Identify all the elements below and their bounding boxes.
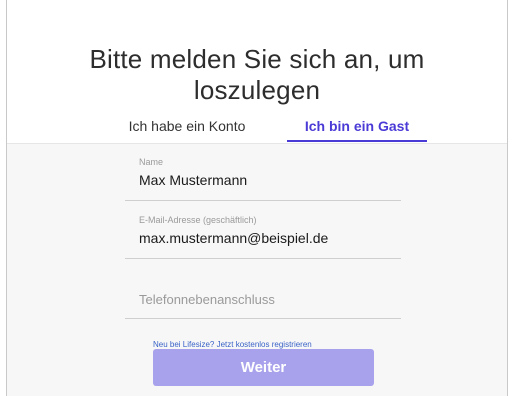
login-dialog: Bitte melden Sie sich an, um loszulegen …	[6, 0, 508, 396]
page-title: Bitte melden Sie sich an, um loszulegen	[89, 44, 425, 105]
dialog-header: Bitte melden Sie sich an, um loszulegen …	[7, 0, 507, 143]
register-link[interactable]: Neu bei Lifesize? Jetzt kostenlos regist…	[153, 340, 312, 349]
email-field-label: E-Mail-Adresse (geschäftlich)	[139, 215, 257, 225]
phone-extension-placeholder: Telefonnebenanschluss	[139, 292, 275, 307]
phone-extension-field[interactable]: Telefonnebenanschluss	[125, 280, 401, 319]
active-tab-indicator	[287, 140, 427, 142]
continue-button[interactable]: Weiter	[153, 349, 374, 386]
name-input[interactable]	[139, 172, 389, 188]
name-field-label: Name	[139, 157, 164, 167]
email-input[interactable]	[139, 230, 389, 246]
tab-guest[interactable]: Ich bin ein Gast	[287, 118, 427, 140]
tab-have-account[interactable]: Ich habe ein Konto	[107, 118, 267, 140]
name-field[interactable]: Name	[125, 150, 401, 201]
email-field[interactable]: E-Mail-Adresse (geschäftlich)	[125, 208, 401, 259]
